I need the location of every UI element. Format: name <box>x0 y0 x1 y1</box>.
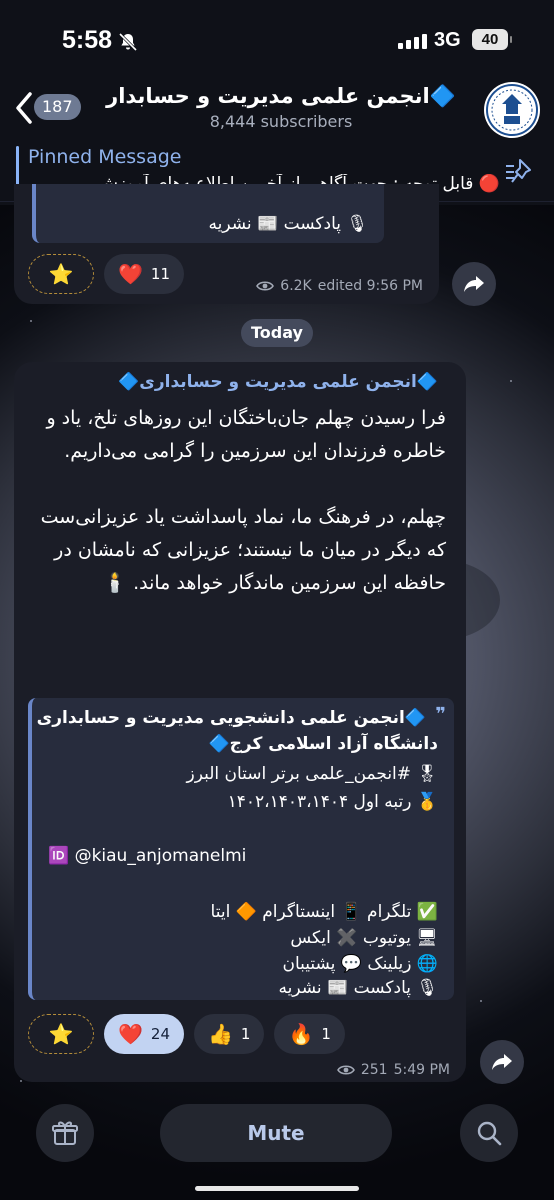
quote-line: 🎙 پادکست 📰 نشریه <box>208 214 368 234</box>
gift-button[interactable] <box>36 1104 94 1162</box>
channel-logo-icon <box>486 84 538 136</box>
heart-reaction[interactable]: ❤️ 11 <box>104 254 184 294</box>
quote-mark-icon: ❞ <box>435 704 446 725</box>
quote-line: 🖥 یوتیوب ✖️ ایکس <box>290 928 438 948</box>
eye-icon <box>336 1065 355 1075</box>
gift-icon <box>52 1121 78 1145</box>
pin-list-icon[interactable] <box>504 156 534 186</box>
date-separator: Today <box>241 319 313 347</box>
quote-line: 🆔 @kiau_anjomanelmi <box>48 846 247 866</box>
eye-icon <box>256 281 275 291</box>
forwarded-quote[interactable]: ❞ 🔷انجمن علمی دانشجویی مدیریت و حسابداری… <box>28 698 454 1000</box>
message-paragraph: فرا رسیدن چهلم جان‌باختگان این روزهای تل… <box>46 407 446 462</box>
share-arrow-icon <box>464 276 484 292</box>
reaction-bar: ⭐ ❤️ 24 👍 1 🔥 1 <box>28 1014 345 1054</box>
fire-reaction[interactable]: 🔥 1 <box>274 1014 345 1054</box>
message-meta: 6.2K edited 9:56 PM <box>256 278 423 294</box>
message-text: فرا رسیدن چهلم جان‌باختگان این روزهای تل… <box>26 402 446 600</box>
edited-time: edited 9:56 PM <box>317 278 423 294</box>
bell-off-icon <box>118 32 138 52</box>
reaction-count: 24 <box>150 1025 170 1043</box>
share-button[interactable] <box>452 262 496 306</box>
view-count: 251 <box>360 1062 388 1078</box>
reaction-count: 1 <box>240 1025 251 1043</box>
quote-line: 🌐 زیلینک 💬 پشتیبان <box>282 954 438 974</box>
chat-header: 187 🔷انجمن علمی مدیریت و حسابدار 8,444 s… <box>0 76 554 140</box>
share-button[interactable] <box>480 1040 524 1084</box>
quote-line: 🔷انجمن علمی دانشجویی مدیریت و حسابداری <box>36 708 426 728</box>
message-time: 5:49 PM <box>393 1062 450 1078</box>
message-paragraph: چهلم، در فرهنگ ما، نماد پاسداشت یاد عزیز… <box>40 506 446 594</box>
quote-line: 🎖 #انجمن_علمی برتر استان البرز <box>186 764 438 784</box>
quote-line: 🎙 پادکست 📰 نشریه <box>278 978 438 998</box>
subscriber-count: 8,444 subscribers <box>209 112 353 131</box>
home-indicator <box>195 1186 359 1191</box>
status-bar: 5:58 3G 40 <box>0 26 554 60</box>
reaction-bar: ⭐ ❤️ 11 <box>28 254 184 294</box>
view-count: 6.2K <box>280 278 312 294</box>
thumbs-up-reaction[interactable]: 👍 1 <box>194 1014 265 1054</box>
message-bubble[interactable]: 🎙 پادکست 📰 نشریه ⭐ ❤️ 11 6.2K edited 9:5… <box>14 184 439 304</box>
unread-count-badge[interactable]: 187 <box>34 94 81 120</box>
channel-title[interactable]: 🔷انجمن علمی مدیریت و حسابدار <box>100 84 462 109</box>
message-bubble[interactable]: 🔷انجمن علمی مدیریت و حسابداری🔷 فرا رسیدن… <box>14 362 466 1082</box>
forwarded-quote: 🎙 پادکست 📰 نشریه <box>32 184 384 243</box>
star-reaction[interactable]: ⭐ <box>28 254 94 294</box>
battery-icon: 40 <box>472 29 512 50</box>
reaction-count: 1 <box>321 1025 331 1043</box>
signal-icon <box>398 34 427 49</box>
mute-button[interactable]: Mute <box>160 1104 392 1162</box>
sender-name[interactable]: 🔷انجمن علمی مدیریت و حسابداری🔷 <box>118 372 438 392</box>
search-icon <box>477 1121 502 1146</box>
quote-line: 🥇 رتبه اول ۱۴۰۲،۱۴۰۳،۱۴۰۴ <box>227 792 438 812</box>
message-meta: 251 5:49 PM <box>336 1062 450 1078</box>
star-reaction[interactable]: ⭐ <box>28 1014 94 1054</box>
reaction-count: 11 <box>150 265 170 283</box>
quote-line: ✅ تلگرام 📱 اینستاگرام 🔶 ایتا <box>210 902 438 922</box>
pinned-label: Pinned Message <box>28 146 182 168</box>
search-button[interactable] <box>460 1104 518 1162</box>
share-arrow-icon <box>492 1054 512 1070</box>
bottom-bar: Mute <box>0 1096 554 1200</box>
clock: 5:58 <box>62 26 113 54</box>
network-type: 3G <box>434 29 461 51</box>
heart-reaction[interactable]: ❤️ 24 <box>104 1014 184 1054</box>
quote-line: دانشگاه آزاد اسلامی کرج🔷 <box>208 734 438 754</box>
channel-avatar[interactable] <box>484 82 540 138</box>
